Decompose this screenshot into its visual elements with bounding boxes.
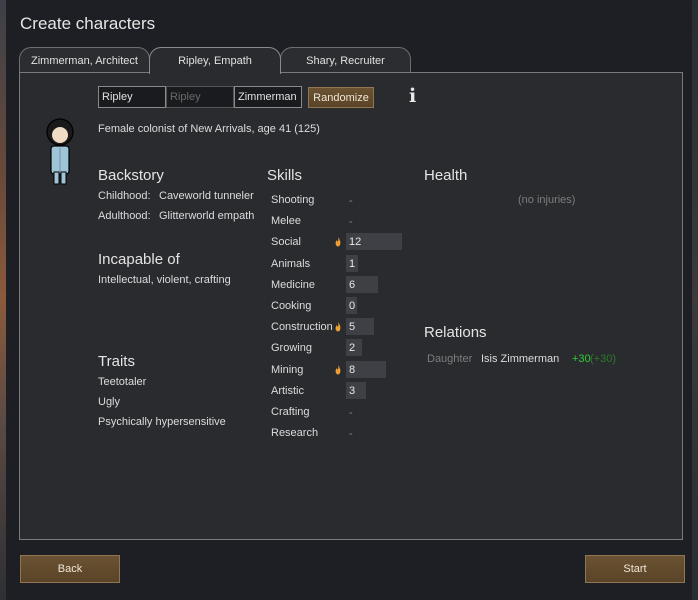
window-title: Create characters [20,14,156,33]
start-button[interactable]: Start [585,555,685,583]
skill-name-social: Social [271,236,301,249]
passion-flame-icon [335,364,341,375]
skill-level-bar[interactable]: 12 [346,233,402,251]
skill-name-animals: Animals [271,257,311,270]
adulthood-label: Adulthood: [98,210,151,222]
skill-level-bar[interactable]: 3 [346,381,366,399]
background-landscape-right [692,0,698,600]
incapable-heading: Incapable of [98,251,180,268]
skill-level-bar[interactable]: 1 [346,254,358,272]
traits-heading: Traits [98,353,135,370]
health-status: (no injuries) [518,194,576,206]
skill-name-cooking: Cooking [271,300,312,312]
trait-item[interactable]: Teetotaler [98,376,146,388]
skill-level-none: - [349,195,353,207]
relation-opinion: +30 [572,353,591,365]
tab-zimmerman-architect[interactable]: Zimmerman, Architect [19,47,150,73]
skill-name-crafting: Crafting [271,406,310,418]
skill-name-mining: Mining [271,363,304,376]
skill-name-shooting: Shooting [271,194,315,206]
skill-name-construction: Construction [271,321,333,334]
skill-level-none: - [349,428,353,441]
skill-level-bar[interactable]: 5 [346,318,374,336]
back-button[interactable]: Back [20,555,120,583]
skill-level-bar[interactable]: 0 [346,297,357,314]
backstory-heading: Backstory [98,167,164,184]
create-characters-window: Create characters Zimmerman, Architect R… [6,0,692,600]
adulthood-value[interactable]: Glitterworld empath [159,210,254,222]
skill-name-melee: Melee [271,215,301,228]
skill-name-research: Research [271,427,319,440]
trait-item[interactable]: Ugly [98,396,120,408]
skill-level-none: - [349,216,353,229]
tab-shary-recruiter[interactable]: Shary, Recruiter [280,47,411,73]
passion-flame-icon [335,322,341,332]
relations-heading: Relations [424,324,487,341]
skills-heading: Skills [267,167,303,184]
colonist-portrait [46,118,74,185]
relation-opinion-other: (+30) [590,353,616,365]
randomize-button[interactable]: Randomize [308,87,374,108]
trait-item[interactable]: Psychically hypersensitive [98,416,226,428]
incapable-value: Intellectual, violent, crafting [98,274,231,286]
relation-type: Daughter [427,353,473,365]
skill-name-medicine: Medicine [271,278,316,291]
last-name-input[interactable]: Zimmerman [234,86,302,108]
skill-level-none: - [349,407,353,419]
nickname-input[interactable]: Ripley [166,86,234,108]
childhood-label: Childhood: [98,190,151,202]
info-icon[interactable]: i [409,85,416,107]
skill-level-bar[interactable]: 6 [346,275,378,293]
skill-name-growing: Growing [271,342,312,355]
skill-level-bar[interactable]: 2 [346,339,362,357]
first-name-input[interactable]: Ripley [98,86,166,108]
tab-ripley-empath[interactable]: Ripley, Empath [149,47,281,74]
passion-flame-icon [335,237,341,247]
health-heading: Health [424,167,468,184]
skill-level-bar[interactable]: 8 [346,360,386,378]
skill-name-artistic: Artistic [271,384,304,397]
relation-name[interactable]: Isis Zimmerman [481,353,559,365]
childhood-value[interactable]: Caveworld tunneler [159,190,254,202]
colonist-description: Female colonist of New Arrivals, age 41 … [98,123,320,135]
